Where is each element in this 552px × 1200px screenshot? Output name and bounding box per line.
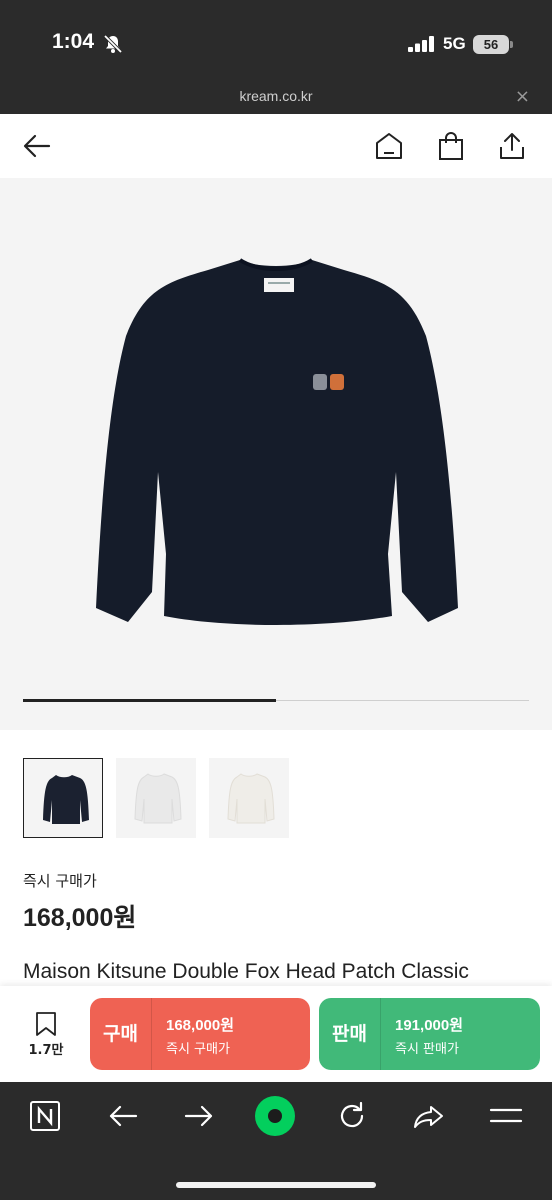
back-icon[interactable]	[106, 1099, 140, 1133]
product-info: 즉시 구매가 168,000원 Maison Kitsune Double Fo…	[0, 730, 552, 990]
thumbnail-3[interactable]	[209, 758, 289, 838]
sell-label: 판매	[319, 998, 381, 1070]
url-text[interactable]: kream.co.kr	[0, 88, 552, 104]
instant-buy-price-label: 즉시 구매가	[23, 872, 97, 890]
thumbnail-image	[227, 773, 275, 824]
buy-label: 구매	[90, 998, 152, 1070]
sell-price: 191,000원	[395, 1017, 464, 1034]
home-icon[interactable]	[373, 130, 405, 162]
browser-toolbar	[0, 1082, 552, 1200]
battery-tip	[510, 41, 513, 48]
sell-subtitle: 즉시 판매가	[395, 1042, 459, 1057]
green-dot-icon[interactable]	[254, 1095, 296, 1137]
network-type: 5G	[443, 34, 466, 53]
thumbnail-image	[134, 773, 182, 824]
gallery-progress-fill	[23, 699, 276, 702]
signal-icon	[408, 36, 434, 52]
thumbnail-1[interactable]	[23, 758, 103, 838]
buy-button[interactable]: 구매 168,000원 즉시 구매가	[90, 998, 310, 1070]
product-image-carousel[interactable]	[0, 178, 552, 730]
share-icon[interactable]	[496, 130, 528, 162]
sell-button[interactable]: 판매 191,000원 즉시 판매가	[319, 998, 540, 1070]
thumbnail-image	[43, 775, 89, 824]
home-indicator	[176, 1182, 376, 1188]
app-header	[0, 114, 552, 178]
buy-price: 168,000원	[166, 1017, 235, 1034]
instant-buy-price: 168,000원	[23, 904, 137, 932]
wishlist-count: 1.7만	[28, 1043, 64, 1058]
refresh-icon[interactable]	[335, 1099, 369, 1133]
purchase-action-bar: 1.7만 구매 168,000원 즉시 구매가 판매 191,000원 즉시 판…	[0, 986, 552, 1082]
wishlist-button[interactable]: 1.7만	[18, 1008, 74, 1064]
product-image	[96, 258, 458, 625]
close-icon[interactable]: ×	[515, 86, 530, 107]
shopping-bag-icon[interactable]	[435, 130, 467, 162]
forward-icon[interactable]	[182, 1099, 216, 1133]
back-arrow-icon[interactable]	[21, 130, 53, 162]
product-title: Maison Kitsune Double Fox Head Patch Cla…	[23, 960, 469, 983]
menu-icon[interactable]	[489, 1099, 523, 1133]
buy-subtitle: 즉시 구매가	[166, 1042, 230, 1057]
share-icon[interactable]	[412, 1099, 446, 1133]
thumbnail-2[interactable]	[116, 758, 196, 838]
naver-n-icon[interactable]	[28, 1099, 62, 1133]
bookmark-icon	[36, 1012, 56, 1036]
url-bar[interactable]: kream.co.kr ×	[0, 84, 552, 114]
bell-off-icon	[103, 34, 123, 54]
status-bar: 1:04 5G 56	[0, 0, 552, 84]
status-time: 1:04	[52, 30, 95, 53]
battery-icon: 56	[473, 35, 509, 54]
